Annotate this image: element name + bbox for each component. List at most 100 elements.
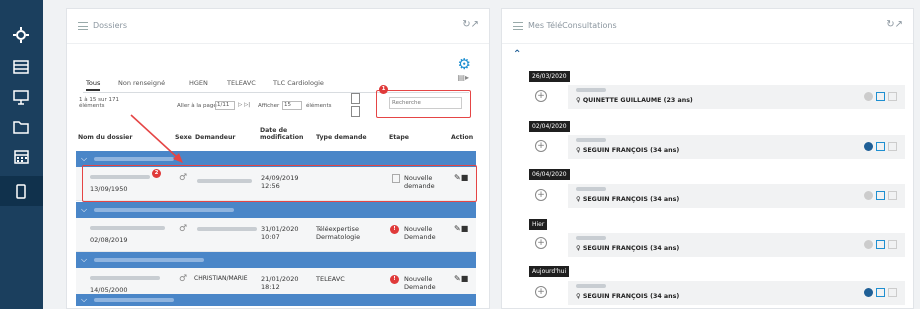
teleconsult-panel: Mes TéléConsultations ↻↗ ⌃ 26/03/2020 + … xyxy=(501,8,914,309)
consultation-item[interactable]: ♀ SEGUIN FRANÇOIS (34 ans) xyxy=(568,281,905,305)
pager-arrows[interactable]: ▷ ▷| xyxy=(238,102,250,108)
tab-tlc-cardiologie[interactable]: TLC Cardiologie xyxy=(273,79,324,87)
monitor-icon[interactable] xyxy=(876,92,885,101)
consult-actions xyxy=(861,288,897,298)
demandeur-redacted xyxy=(197,227,257,231)
add-circle-icon[interactable]: + xyxy=(535,140,547,152)
mobile-icon[interactable] xyxy=(11,181,31,201)
menu-icon[interactable] xyxy=(513,22,523,30)
time-redacted xyxy=(576,87,606,93)
search-input[interactable] xyxy=(389,97,462,109)
monitor-icon[interactable] xyxy=(876,191,885,200)
col-nom-dossier[interactable]: Nom du dossier xyxy=(78,134,132,141)
monitor-icon[interactable] xyxy=(876,142,885,151)
collapse-chevron-icon[interactable]: ⌃ xyxy=(513,49,521,60)
row-type-demande: TELEAVC xyxy=(316,275,345,283)
col-etape[interactable]: Etape xyxy=(389,134,409,141)
monitor-icon[interactable] xyxy=(876,240,885,249)
document-icon[interactable] xyxy=(888,92,897,101)
menu-icon[interactable] xyxy=(78,22,88,30)
list-icon[interactable] xyxy=(11,57,31,77)
excel-export-icon[interactable] xyxy=(351,106,360,117)
consultation-item[interactable]: ♀ SEGUIN FRANÇOIS (34 ans) xyxy=(568,184,905,208)
pdf-export-icon[interactable] xyxy=(351,93,360,104)
table-row[interactable]: 02/08/2019 ♂ 31/01/2020 10:07 Téléexpert… xyxy=(76,218,476,252)
alert-icon: ! xyxy=(390,225,399,234)
col-demandeur[interactable]: Demandeur xyxy=(195,134,235,141)
tab-teleavc[interactable]: TELEAVC xyxy=(227,79,256,87)
consultation-item[interactable]: ♀ QUINETTE GUILLAUME (23 ans) xyxy=(568,85,905,109)
group-row[interactable]: ⌵ xyxy=(76,294,476,306)
goto-page-label: Aller à la page xyxy=(177,103,217,109)
col-type-demande[interactable]: Type demande xyxy=(316,134,367,141)
document-icon[interactable] xyxy=(888,191,897,200)
user-icon[interactable] xyxy=(864,240,873,249)
edit-icon[interactable]: ✎■ xyxy=(454,224,468,233)
col-action[interactable]: Action xyxy=(451,134,473,141)
patient-name-redacted xyxy=(90,276,160,280)
row-highlight xyxy=(82,165,477,202)
document-icon[interactable] xyxy=(888,288,897,297)
consult-actions xyxy=(861,92,897,102)
row-etape: Nouvelle Demande xyxy=(404,275,436,291)
row-modif-date: 21/01/2020 18:12 xyxy=(261,275,299,291)
add-circle-icon[interactable]: + xyxy=(535,189,547,201)
gear-icon[interactable]: ⚙ xyxy=(458,55,471,73)
add-circle-icon[interactable]: + xyxy=(535,286,547,298)
alert-icon: ! xyxy=(390,275,399,284)
settings-icon[interactable] xyxy=(11,25,31,45)
patient-name: ♀ SEGUIN FRANÇOIS (34 ans) xyxy=(576,245,680,252)
chevron-down-icon[interactable]: ⌵ xyxy=(81,295,87,305)
add-circle-icon[interactable]: + xyxy=(535,237,547,249)
time-redacted xyxy=(576,235,606,241)
row-demandeur: CHRISTIAN/MARIE xyxy=(194,275,248,282)
page-size-select[interactable]: 15 xyxy=(282,101,302,110)
user-icon[interactable] xyxy=(864,142,873,151)
chevron-down-icon[interactable]: ⌵ xyxy=(81,205,87,215)
tab-tous[interactable]: Tous xyxy=(86,79,101,91)
group-row[interactable]: ⌵ xyxy=(76,202,476,218)
calendar-icon[interactable] xyxy=(11,146,31,166)
group-name-redacted xyxy=(94,298,174,302)
page-input[interactable]: 1/11 xyxy=(215,101,235,110)
show-label: Afficher xyxy=(258,103,280,109)
refresh-expand-icon[interactable]: ↻↗ xyxy=(462,19,479,30)
date-header: Hier xyxy=(529,219,548,230)
consult-actions xyxy=(861,191,897,201)
consultation-item[interactable]: ♀ SEGUIN FRANÇOIS (34 ans) xyxy=(568,233,905,257)
pagination-count: 1 à 15 sur 171 éléments xyxy=(79,97,119,109)
user-icon[interactable] xyxy=(864,191,873,200)
tab-non-renseigne[interactable]: Non renseigné xyxy=(118,79,165,87)
tab-hgen[interactable]: HGEN xyxy=(189,79,208,87)
row-modif-date: 31/01/2020 10:07 xyxy=(261,225,299,241)
row-etape: Nouvelle Demande xyxy=(404,225,436,241)
user-icon[interactable] xyxy=(864,288,873,297)
consultation-item[interactable]: ♀ SEGUIN FRANÇOIS (34 ans) xyxy=(568,135,905,159)
annotation-badge-1: 1 xyxy=(379,85,388,94)
group-name-redacted xyxy=(94,258,204,262)
chevron-down-icon[interactable]: ⌵ xyxy=(81,255,87,265)
row-birthdate: 14/05/2000 xyxy=(90,286,128,294)
time-redacted xyxy=(576,186,606,192)
refresh-expand-icon[interactable]: ↻↗ xyxy=(886,19,903,30)
annotation-arrow xyxy=(130,114,183,163)
col-date-modification[interactable]: Date de modification xyxy=(260,127,303,141)
time-redacted xyxy=(576,137,606,143)
date-header: 06/04/2020 xyxy=(529,169,570,180)
add-circle-icon[interactable]: + xyxy=(535,90,547,102)
group-row[interactable]: ⌵ xyxy=(76,252,476,268)
folder-icon[interactable] xyxy=(11,117,31,137)
consult-actions xyxy=(861,142,897,152)
patient-name: ♀ SEGUIN FRANÇOIS (34 ans) xyxy=(576,196,680,203)
monitor-icon[interactable] xyxy=(11,87,31,107)
group-name-redacted xyxy=(94,208,234,212)
document-icon[interactable] xyxy=(888,240,897,249)
monitor-icon[interactable] xyxy=(876,288,885,297)
document-icon[interactable] xyxy=(888,142,897,151)
chevron-down-icon[interactable]: ⌵ xyxy=(81,154,87,164)
patient-name: ♀ SEGUIN FRANÇOIS (34 ans) xyxy=(576,293,680,300)
row-birthdate: 02/08/2019 xyxy=(90,236,128,244)
row-type-demande: Téléexpertise Dermatologie xyxy=(316,225,361,241)
user-icon[interactable] xyxy=(864,92,873,101)
edit-icon[interactable]: ✎■ xyxy=(454,274,468,283)
